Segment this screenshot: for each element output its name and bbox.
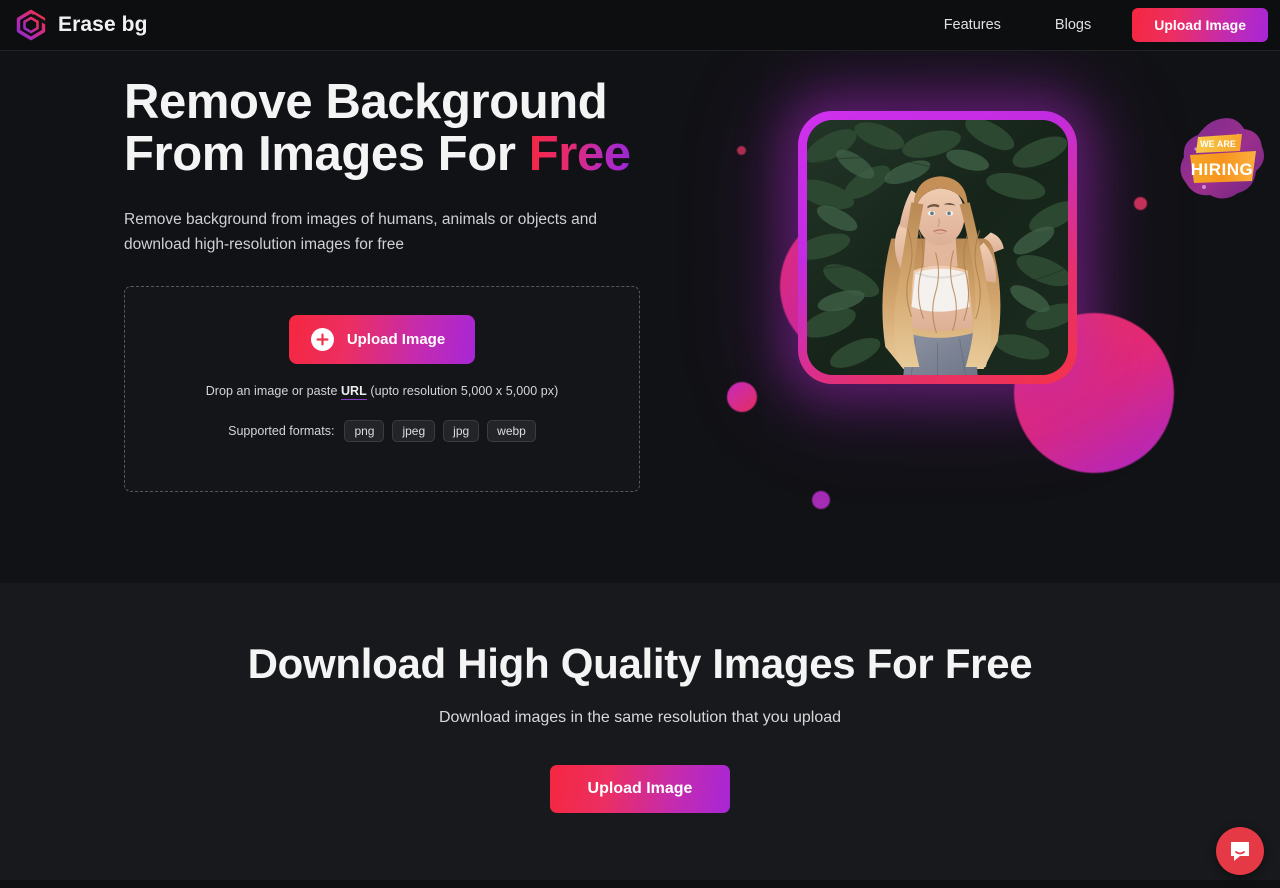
download-section-title: Download High Quality Images For Free <box>247 640 1033 687</box>
decorative-dot-bottom <box>812 491 830 509</box>
hero-title-line1: Remove Background <box>124 75 608 129</box>
decorative-dot-right <box>1134 197 1147 210</box>
hero-title: Remove Background From Images For Free <box>124 76 704 180</box>
hero-title-line2-prefix: From Images For <box>124 127 529 181</box>
hiring-badge-line1: WE ARE <box>1200 139 1236 149</box>
download-section: Download High Quality Images For Free Do… <box>0 583 1280 880</box>
dropzone-hint: Drop an image or paste URL (upto resolut… <box>205 384 559 400</box>
hero-subtitle: Remove background from images of humans,… <box>124 211 597 253</box>
brand-logo[interactable]: Erase bg <box>14 8 148 42</box>
hero-section: Remove Background From Images For Free R… <box>0 51 1280 583</box>
main-navigation: Features Blogs Upload Image <box>917 8 1280 42</box>
dropzone-hint-suffix: (upto resolution 5,000 x 5,000 px) <box>366 384 559 398</box>
nav-link-features[interactable]: Features <box>917 17 1028 33</box>
dropzone-upload-button-label: Upload Image <box>346 331 446 348</box>
plus-icon <box>310 328 334 351</box>
download-section-upload-image-button[interactable]: Upload Image <box>549 765 731 813</box>
nav-link-blogs[interactable]: Blogs <box>1028 17 1118 33</box>
dropzone-hint-prefix: Drop an image or paste <box>205 384 341 398</box>
format-badge-jpeg: jpeg <box>392 420 436 442</box>
hero-photo <box>807 120 1068 375</box>
supported-formats-row: Supported formats: png jpeg jpg webp <box>228 420 536 442</box>
dropzone-upload-image-button[interactable]: Upload Image <box>288 315 476 364</box>
site-header: Erase bg Features Blogs Upload Image <box>0 0 1280 51</box>
chat-bubble-icon <box>1227 838 1253 864</box>
glowing-gradient-photo-frame <box>798 111 1077 384</box>
format-badge-jpg: jpg <box>443 420 480 442</box>
footer-strip <box>0 880 1280 888</box>
hero-artwork <box>694 51 1174 509</box>
download-section-subtitle: Download images in the same resolution t… <box>438 709 842 726</box>
decorative-dot-top <box>737 146 746 155</box>
decorative-dot-left <box>727 382 757 412</box>
format-badge-webp: webp <box>487 420 536 442</box>
chat-widget-button[interactable] <box>1216 827 1264 875</box>
we-are-hiring-badge[interactable]: WE ARE HIRING <box>1172 113 1268 209</box>
hero-copy-block: Remove Background From Images For Free R… <box>124 76 704 257</box>
format-badge-png: png <box>344 420 385 442</box>
paste-url-link[interactable]: URL <box>340 384 367 400</box>
hero-title-accent-word: Free <box>528 127 631 181</box>
supported-formats-label: Supported formats: <box>228 424 335 438</box>
upload-dropzone[interactable]: Upload Image Drop an image or paste URL … <box>124 286 640 492</box>
hiring-badge-line2: HIRING <box>1191 160 1254 179</box>
erasebg-diamond-logo-icon <box>14 8 48 42</box>
brand-name: Erase bg <box>58 13 148 36</box>
header-upload-image-button[interactable]: Upload Image <box>1132 8 1268 42</box>
